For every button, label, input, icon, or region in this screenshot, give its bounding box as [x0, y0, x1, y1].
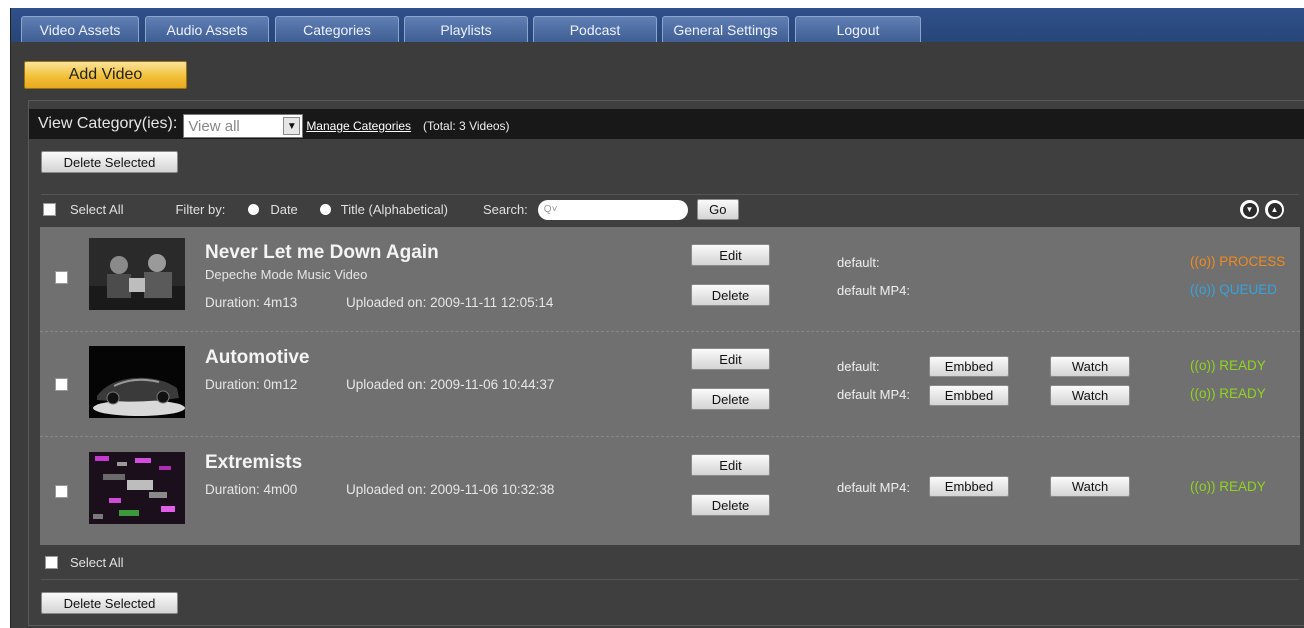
- status-text: READY: [1219, 479, 1266, 494]
- video-row: Extremists Duration: 4m00 Uploaded on: 2…: [40, 437, 1300, 542]
- broadcast-icon: ((o)): [1190, 282, 1216, 297]
- delete-button[interactable]: Delete: [691, 494, 770, 516]
- thumbnail-image: [89, 452, 185, 524]
- tab-logout[interactable]: Logout: [795, 16, 921, 42]
- filter-title-label: Title (Alphabetical): [340, 202, 448, 217]
- select-all-checkbox-bottom[interactable]: [45, 556, 58, 569]
- search-go-button[interactable]: Go: [696, 199, 739, 220]
- video-rows: Never Let me Down Again Depeche Mode Mus…: [40, 227, 1300, 545]
- video-title[interactable]: Automotive: [205, 347, 310, 369]
- format-label: default MP4:: [837, 283, 910, 298]
- total-videos-count: (Total: 3 Videos): [423, 119, 510, 133]
- delete-button[interactable]: Delete: [691, 388, 770, 410]
- video-title[interactable]: Never Let me Down Again: [205, 242, 439, 264]
- video-subtitle: Depeche Mode Music Video: [205, 267, 368, 282]
- select-all-checkbox-top[interactable]: [43, 203, 56, 216]
- thumbnail-image: [89, 238, 185, 310]
- broadcast-icon: ((o)): [1190, 386, 1216, 401]
- video-duration: Duration: 4m13: [205, 295, 298, 310]
- sort-ascending-button[interactable]: ▲: [1265, 200, 1284, 219]
- status-badge: ((o)) READY: [1190, 358, 1266, 373]
- status-badge: ((o)) PROCESS: [1190, 254, 1285, 269]
- status-badge: ((o)) READY: [1190, 479, 1266, 494]
- video-row: Never Let me Down Again Depeche Mode Mus…: [40, 227, 1300, 332]
- filter-date-radio[interactable]: [248, 204, 260, 215]
- embed-button[interactable]: Embbed: [929, 476, 1009, 497]
- format-label: default MP4:: [837, 387, 910, 402]
- tab-audio-assets[interactable]: Audio Assets: [145, 16, 269, 42]
- tab-playlists[interactable]: Playlists: [404, 16, 528, 42]
- format-label: default:: [837, 359, 880, 374]
- delete-selected-button-bottom[interactable]: Delete Selected: [41, 592, 178, 614]
- status-text: QUEUED: [1219, 282, 1278, 297]
- video-thumbnail[interactable]: [89, 452, 185, 524]
- tab-video-assets[interactable]: Video Assets: [21, 16, 139, 42]
- status-badge: ((o)) READY: [1190, 386, 1266, 401]
- bottom-select-bar: Select All: [41, 546, 1299, 580]
- broadcast-icon: ((o)): [1190, 479, 1216, 494]
- search-icon: Q˅: [543, 204, 558, 215]
- format-label: default MP4:: [837, 480, 910, 495]
- select-all-label-bottom: Select All: [70, 555, 124, 570]
- video-upload-date: Uploaded on: 2009-11-11 12:05:14: [346, 295, 554, 310]
- status-text: PROCESS: [1219, 254, 1286, 269]
- edit-button[interactable]: Edit: [691, 348, 770, 370]
- broadcast-icon: ((o)): [1190, 254, 1216, 269]
- filter-date-label: Date: [270, 202, 298, 217]
- search-input[interactable]: Q˅: [537, 199, 688, 220]
- status-badge: ((o)) QUEUED: [1190, 282, 1277, 297]
- view-category-label: View Category(ies):: [38, 115, 178, 132]
- video-upload-date: Uploaded on: 2009-11-06 10:32:38: [346, 482, 555, 497]
- manage-categories-link[interactable]: Manage Categories: [306, 119, 411, 133]
- category-select-value: View all: [188, 117, 240, 135]
- video-title[interactable]: Extremists: [205, 452, 302, 474]
- add-video-button[interactable]: Add Video: [24, 61, 187, 89]
- tab-categories[interactable]: Categories: [275, 16, 399, 42]
- video-row: Automotive Duration: 0m12 Uploaded on: 2…: [40, 332, 1300, 437]
- sort-descending-button[interactable]: ▼: [1240, 200, 1259, 219]
- edit-button[interactable]: Edit: [691, 244, 770, 266]
- video-checkbox[interactable]: [55, 271, 68, 284]
- delete-button[interactable]: Delete: [691, 284, 770, 306]
- video-checkbox[interactable]: [55, 485, 68, 498]
- video-manager-frame: Video Assets Audio Assets Categories Pla…: [10, 8, 1304, 628]
- chevron-down-icon[interactable]: ▼: [283, 117, 301, 135]
- video-thumbnail[interactable]: [89, 238, 185, 310]
- video-duration: Duration: 4m00: [205, 482, 298, 497]
- embed-button[interactable]: Embbed: [929, 356, 1009, 377]
- status-text: READY: [1219, 358, 1266, 373]
- status-text: READY: [1219, 386, 1266, 401]
- embed-button[interactable]: Embbed: [929, 385, 1009, 406]
- video-upload-date: Uploaded on: 2009-11-06 10:44:37: [346, 377, 555, 392]
- category-select[interactable]: View all ▼: [183, 114, 304, 138]
- arrow-down-icon: ▼: [1242, 202, 1257, 217]
- tab-bar: Video Assets Audio Assets Categories Pla…: [11, 8, 1304, 42]
- tab-general-settings[interactable]: General Settings: [662, 16, 789, 42]
- broadcast-icon: ((o)): [1190, 358, 1216, 373]
- filter-by-label: Filter by:: [175, 202, 226, 217]
- filter-bar: Select All Filter by: Date Title (Alphab…: [41, 194, 1299, 224]
- view-category-bar: View Category(ies): View all ▼ Manage Ca…: [29, 109, 1304, 139]
- watch-button[interactable]: Watch: [1050, 476, 1130, 497]
- video-thumbnail[interactable]: [89, 346, 185, 418]
- search-label: Search:: [482, 202, 528, 217]
- watch-button[interactable]: Watch: [1050, 356, 1130, 377]
- arrow-up-icon: ▲: [1267, 202, 1282, 217]
- filter-title-radio[interactable]: [319, 204, 331, 215]
- select-all-label-top: Select All: [70, 202, 124, 217]
- tab-podcast[interactable]: Podcast: [533, 16, 657, 42]
- thumbnail-image: [89, 346, 185, 418]
- video-duration: Duration: 0m12: [205, 377, 298, 392]
- video-list-panel: View Category(ies): View all ▼ Manage Ca…: [28, 100, 1304, 626]
- edit-button[interactable]: Edit: [691, 454, 770, 476]
- delete-selected-button-top[interactable]: Delete Selected: [41, 151, 178, 173]
- format-label: default:: [837, 255, 880, 270]
- video-checkbox[interactable]: [55, 378, 68, 391]
- watch-button[interactable]: Watch: [1050, 385, 1130, 406]
